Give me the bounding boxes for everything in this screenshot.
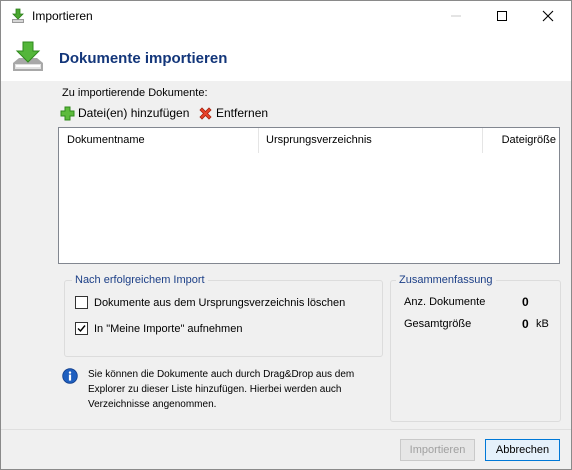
delete-source-label: Dokumente aus dem Ursprungsverzeichnis l…	[94, 296, 346, 309]
dialog-header: Dokumente importieren	[1, 31, 571, 81]
remove-label: Entfernen	[216, 106, 269, 120]
after-import-caption: Nach erfolgreichem Import	[72, 274, 208, 286]
my-imports-option[interactable]: In "Meine Importe" aufnehmen	[75, 322, 242, 335]
column-header-size[interactable]: Dateigröße	[502, 128, 556, 153]
window-title: Importieren	[32, 9, 93, 23]
close-icon	[542, 10, 554, 22]
import-dialog: Importieren Dokumente importieren Zu imp…	[0, 0, 572, 470]
minimize-button[interactable]	[433, 1, 479, 31]
dialog-heading: Dokumente importieren	[59, 50, 228, 67]
delete-source-option[interactable]: Dokumente aus dem Ursprungsverzeichnis l…	[75, 296, 345, 309]
download-icon	[12, 8, 24, 23]
list-header: Dokumentname Ursprungsverzeichnis Dateig…	[59, 128, 559, 153]
add-files-button[interactable]: Datei(en) hinzufügen	[60, 104, 189, 122]
drag-drop-hint: Sie können die Dokumente auch durch Drag…	[88, 369, 355, 410]
minimize-icon	[451, 15, 461, 17]
cancel-button[interactable]: Abbrechen	[485, 439, 560, 461]
delete-source-checkbox[interactable]	[75, 296, 88, 309]
document-import-icon	[13, 41, 43, 71]
total-size-value: 0	[522, 317, 529, 331]
add-files-label: Datei(en) hinzufügen	[78, 106, 190, 120]
checkmark-icon	[77, 325, 86, 333]
document-count-label: Anz. Dokumente	[404, 296, 486, 308]
column-header-origin[interactable]: Ursprungsverzeichnis	[266, 128, 372, 153]
column-divider[interactable]	[482, 128, 483, 153]
maximize-button[interactable]	[479, 1, 525, 31]
document-count-value: 0	[522, 295, 529, 309]
documents-label: Zu importierende Dokumente:	[62, 87, 208, 99]
column-header-name[interactable]: Dokumentname	[67, 128, 145, 153]
summary-group: Zusammenfassung Anz. Dokumente 0 Gesamtg…	[390, 274, 561, 422]
add-icon	[60, 106, 75, 120]
my-imports-label: In "Meine Importe" aufnehmen	[94, 322, 243, 335]
info-icon	[62, 368, 78, 384]
total-size-unit: kB	[536, 318, 549, 330]
remove-icon	[199, 106, 212, 120]
close-button[interactable]	[525, 1, 571, 31]
remove-button[interactable]: Entfernen	[198, 104, 268, 122]
import-button[interactable]: Importieren	[400, 439, 475, 461]
my-imports-checkbox[interactable]	[75, 322, 88, 335]
after-import-group: Nach erfolgreichem Import Dokumente aus …	[64, 274, 383, 357]
summary-caption: Zusammenfassung	[396, 274, 496, 286]
column-divider[interactable]	[258, 128, 259, 153]
documents-list[interactable]: Dokumentname Ursprungsverzeichnis Dateig…	[58, 127, 560, 264]
footer-divider	[1, 429, 571, 430]
total-size-label: Gesamtgröße	[404, 318, 472, 330]
title-bar: Importieren	[1, 1, 571, 31]
maximize-icon	[497, 11, 507, 21]
